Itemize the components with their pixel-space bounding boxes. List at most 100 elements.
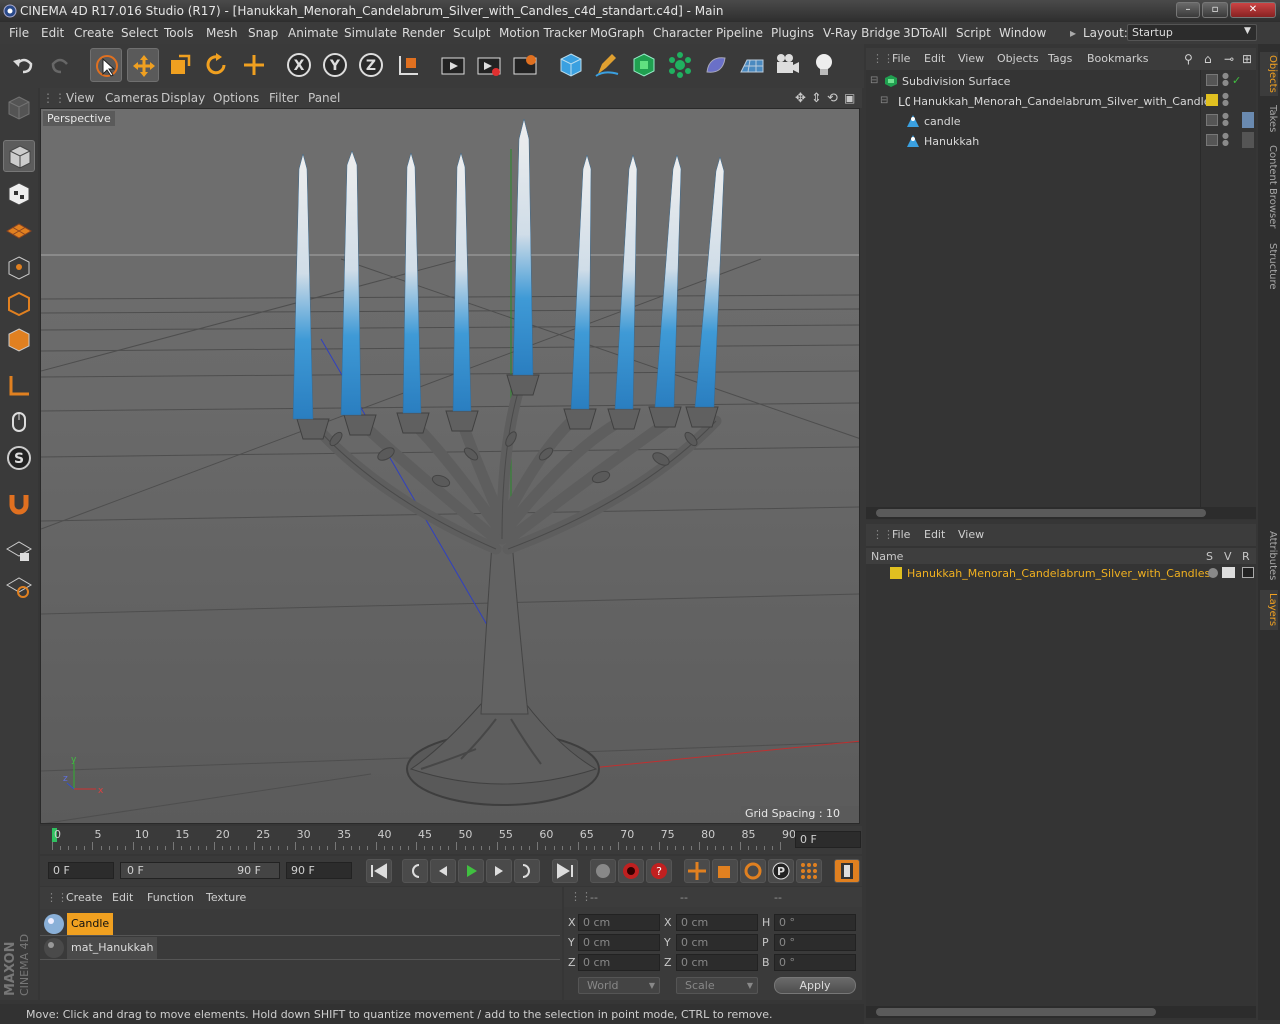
material-menu-function[interactable]: Function: [147, 891, 194, 904]
menu-tools[interactable]: Tools: [164, 26, 194, 40]
point-level-animation-button[interactable]: [796, 859, 822, 883]
menu-render[interactable]: Render: [402, 26, 445, 40]
menu-mesh[interactable]: Mesh: [206, 26, 238, 40]
floor-button[interactable]: [736, 48, 768, 82]
close-button[interactable]: ✕: [1230, 2, 1276, 18]
menu-snap[interactable]: Snap: [248, 26, 278, 40]
snap-button[interactable]: S: [3, 442, 35, 474]
apply-button[interactable]: Apply: [774, 977, 856, 994]
menu-animate[interactable]: Animate: [288, 26, 338, 40]
render-to-picture-viewer-button[interactable]: [473, 48, 505, 82]
tab-structure[interactable]: Structure: [1260, 240, 1278, 292]
menu-3dtoall[interactable]: 3DToAll: [903, 26, 947, 40]
undo-button[interactable]: [8, 48, 40, 82]
pan-view-icon[interactable]: ✥: [795, 91, 806, 106]
parameter-key-button[interactable]: P: [768, 859, 794, 883]
rotate-tool-button[interactable]: [200, 48, 232, 82]
size-x-field[interactable]: 0 cm: [676, 914, 758, 931]
last-tool-button[interactable]: [238, 48, 270, 82]
menu-plugins[interactable]: Plugins: [771, 26, 814, 40]
timeline[interactable]: 0 5 10 15 20 25 30 35 40 45 50 55 60 65 70 75 80 85 90 0 F: [40, 826, 862, 854]
object-menu-file[interactable]: File: [892, 52, 910, 65]
material-swatch[interactable]: Candle: [42, 913, 148, 935]
tab-attributes[interactable]: Attributes: [1260, 528, 1278, 584]
layer-slot[interactable]: [1206, 134, 1218, 146]
material-swatch[interactable]: mat_Hanukkah: [42, 937, 188, 959]
layer-color-swatch[interactable]: [1206, 94, 1218, 106]
visibility-dots[interactable]: ● ●: [1222, 132, 1229, 147]
next-frame-button[interactable]: [486, 859, 512, 883]
eye-icon[interactable]: [1222, 567, 1235, 578]
dolly-view-icon[interactable]: ⇕: [811, 91, 822, 106]
z-axis-lock-button[interactable]: Z: [355, 48, 387, 82]
live-selection-button[interactable]: [90, 48, 122, 82]
rotate-view-icon[interactable]: ⟲: [827, 91, 838, 106]
menu-motion-tracker[interactable]: Motion Tracker: [499, 26, 587, 40]
layer-row[interactable]: Hanukkah_Menorah_Candelabrum_Silver_with…: [866, 564, 1254, 584]
home-icon[interactable]: ⌂: [1204, 52, 1212, 66]
light-button[interactable]: [808, 48, 840, 82]
pen-button[interactable]: [591, 48, 623, 82]
edges-mode-button[interactable]: [3, 288, 35, 320]
position-x-field[interactable]: 0 cm: [578, 914, 660, 931]
visibility-dots[interactable]: ● ●: [1222, 112, 1229, 127]
link-icon[interactable]: ⊸: [1224, 52, 1234, 66]
object-row[interactable]: ⊟ L0 Hanukkah_Menorah_Candelabrum_Silver…: [866, 92, 1254, 112]
start-frame-field[interactable]: 0 F: [48, 862, 114, 879]
material-tag-icon[interactable]: [1242, 112, 1254, 128]
texture-mode-button[interactable]: [3, 178, 35, 210]
menu-file[interactable]: File: [9, 26, 29, 40]
position-z-field[interactable]: 0 cm: [578, 954, 660, 971]
axis-mode-button[interactable]: [3, 370, 35, 402]
object-menu-tags[interactable]: Tags: [1048, 52, 1072, 65]
preview-range-slider[interactable]: 0 F 90 F: [120, 862, 280, 879]
menu-select[interactable]: Select: [121, 26, 158, 40]
object-menu-view[interactable]: View: [958, 52, 984, 65]
end-frame-field[interactable]: 90 F: [286, 862, 352, 879]
model-mode-button[interactable]: [3, 140, 35, 172]
object-row[interactable]: Hanukkah ● ●: [866, 132, 1254, 152]
object-row[interactable]: ⊟ Subdivision Surface ● ● ✓: [866, 72, 1254, 92]
render-toggle[interactable]: [1242, 567, 1254, 578]
search-icon[interactable]: ⚲: [1184, 52, 1193, 66]
record-keys-button[interactable]: [590, 859, 616, 883]
visibility-dots[interactable]: ● ●: [1222, 92, 1229, 107]
menu-sculpt[interactable]: Sculpt: [453, 26, 490, 40]
position-y-field[interactable]: 0 cm: [578, 934, 660, 951]
layer-slot[interactable]: [1206, 114, 1218, 126]
scale-tool-button[interactable]: [164, 48, 196, 82]
rotation-key-button[interactable]: [740, 859, 766, 883]
menu-character[interactable]: Character: [653, 26, 712, 40]
menu-create[interactable]: Create: [74, 26, 114, 40]
timeline-window-button[interactable]: [834, 859, 860, 883]
render-view-button[interactable]: [437, 48, 469, 82]
scale-dropdown[interactable]: Scale ▼: [676, 977, 758, 994]
menu-mograph[interactable]: MoGraph: [590, 26, 645, 40]
scale-key-button[interactable]: [712, 859, 738, 883]
menu-edit[interactable]: Edit: [41, 26, 64, 40]
layer-color-swatch[interactable]: [890, 567, 902, 579]
workplane-mode-button[interactable]: [3, 214, 35, 246]
cloner-button[interactable]: [664, 48, 696, 82]
move-tool-button[interactable]: [127, 48, 159, 82]
planar-workplane-button[interactable]: [3, 570, 35, 602]
menu-script[interactable]: Script: [956, 26, 991, 40]
tweak-mode-button[interactable]: [3, 406, 35, 438]
world-dropdown[interactable]: World ▼: [578, 977, 660, 994]
menu-pipeline[interactable]: Pipeline: [716, 26, 763, 40]
current-frame-field[interactable]: 0 F: [795, 831, 861, 848]
layer-scrollbar[interactable]: [866, 1006, 1256, 1018]
x-axis-lock-button[interactable]: X: [283, 48, 315, 82]
material-menu-edit[interactable]: Edit: [112, 891, 133, 904]
play-button[interactable]: [458, 859, 484, 883]
minimize-button[interactable]: –: [1176, 2, 1200, 18]
solo-toggle[interactable]: [1208, 568, 1218, 578]
toggle-view-icon[interactable]: ▣: [844, 91, 855, 105]
layer-menu-view[interactable]: View: [958, 528, 984, 541]
object-menu-objects[interactable]: Objects: [997, 52, 1039, 65]
autokeying-button[interactable]: [618, 859, 644, 883]
cube-button[interactable]: [555, 48, 587, 82]
size-y-field[interactable]: 0 cm: [676, 934, 758, 951]
next-key-button[interactable]: [514, 859, 540, 883]
viewport-menu-filter[interactable]: Filter: [269, 91, 299, 105]
